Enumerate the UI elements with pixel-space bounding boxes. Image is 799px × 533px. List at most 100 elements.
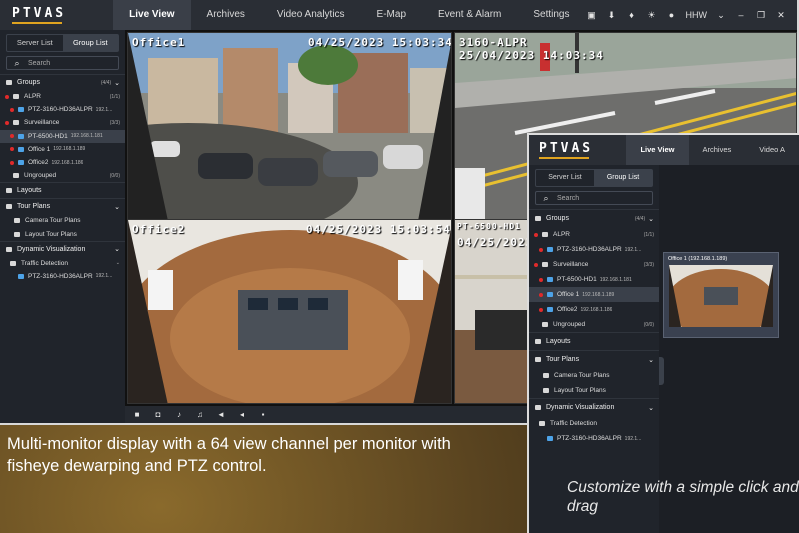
tour-plans-header[interactable]: Tour Plans ⌄ bbox=[529, 350, 659, 368]
drag-preview-card[interactable]: Office 1 (192.168.1.189) bbox=[663, 252, 779, 338]
nav-live-view[interactable]: Live View bbox=[626, 135, 689, 165]
window-controls: ▣ ⬇ ♦ ☀ ● HHW ⌄ – ❐ ✕ bbox=[586, 9, 798, 21]
search-input[interactable]: ⌕ Search bbox=[535, 191, 653, 205]
chevron-down-icon[interactable]: ⌄ bbox=[715, 9, 727, 21]
nav-video-analytics[interactable]: Video Analytics bbox=[261, 0, 361, 30]
dynamic-visualization-header[interactable]: Dynamic Visualization ⌄ bbox=[0, 240, 125, 257]
fullscreen-icon[interactable]: ▣ bbox=[586, 9, 598, 21]
user-icon[interactable]: ● bbox=[666, 9, 678, 21]
video-cell-office1[interactable]: Office1 04/25/2023 15:03:34 bbox=[127, 32, 452, 220]
tree-item[interactable]: Surveillance (3/3) bbox=[529, 257, 659, 272]
nav-archives[interactable]: Archives bbox=[689, 135, 746, 165]
tab-group-list[interactable]: Group List bbox=[594, 170, 652, 186]
camera-icon bbox=[18, 133, 24, 139]
tour-icon bbox=[543, 373, 549, 378]
tree-item[interactable]: Ungrouped (0/0) bbox=[0, 169, 125, 182]
nav-live-view[interactable]: Live View bbox=[113, 0, 191, 30]
nav-event-alarm[interactable]: Event & Alarm bbox=[422, 0, 517, 30]
chevron-down-icon: ⌄ bbox=[648, 404, 654, 412]
camera-icon bbox=[547, 247, 553, 252]
nav-video-analytics[interactable]: Video A bbox=[745, 135, 799, 165]
snapshot-icon[interactable]: ▪ bbox=[257, 409, 269, 421]
tree-item-count: (1/1) bbox=[643, 231, 654, 238]
tree-item-label: ALPR bbox=[24, 93, 41, 101]
tree-item-label: PTZ-3160-HD36ALPR bbox=[557, 246, 622, 253]
layouts-header[interactable]: Layouts bbox=[0, 182, 125, 198]
status-dot-icon bbox=[10, 147, 14, 152]
tree-item[interactable]: Office2 192.168.1.186 bbox=[529, 302, 659, 317]
cell-timestamp: 25/04/2023 14:03:34 bbox=[459, 49, 604, 62]
tree-item-traffic-detection[interactable]: Traffic Detection bbox=[529, 416, 659, 431]
tree-item[interactable]: Office2 192.168.1.186 bbox=[0, 156, 125, 169]
tree-item-label: Surveillance bbox=[24, 119, 60, 127]
minimize-icon[interactable]: – bbox=[735, 9, 747, 21]
grid-icon bbox=[6, 204, 12, 210]
search-input[interactable]: ⌕ Search bbox=[6, 56, 119, 70]
tree-item-label: Ungrouped bbox=[553, 321, 586, 328]
tree-item[interactable]: Office 1 192.168.1.189 bbox=[0, 143, 125, 156]
video-cell-office2[interactable]: Office2 04/25/2023 15:03:54 bbox=[127, 219, 452, 404]
groups-header[interactable]: Groups (4/4) ⌄ bbox=[529, 209, 659, 227]
camera-icon bbox=[18, 273, 24, 279]
traffic-icon bbox=[539, 421, 545, 426]
notification-icon[interactable]: ♦ bbox=[626, 9, 638, 21]
tree-item-layout-tour-plans[interactable]: Layout Tour Plans bbox=[529, 383, 659, 398]
download-icon[interactable]: ⬇ bbox=[606, 9, 618, 21]
sidebar-collapse-handle[interactable] bbox=[659, 357, 664, 385]
tree-item[interactable]: Surveillance (3/3) bbox=[0, 116, 125, 129]
tab-group-list[interactable]: Group List bbox=[62, 35, 118, 51]
volume-icon[interactable]: ◂ bbox=[236, 409, 248, 421]
tree-item-ip: 192.168.1.186 bbox=[51, 159, 84, 166]
status-dot-icon bbox=[5, 120, 9, 125]
status-dot-icon bbox=[10, 160, 14, 165]
tree-item-camera-tour-plans[interactable]: Camera Tour Plans bbox=[0, 214, 125, 227]
status-dot-icon bbox=[539, 292, 543, 297]
dynamic-visualization-header[interactable]: Dynamic Visualization ⌄ bbox=[529, 398, 659, 416]
tree-item[interactable]: PTZ-3160-HD36ALPR 192.1... bbox=[0, 103, 125, 116]
nav-settings[interactable]: Settings bbox=[517, 0, 585, 30]
overlay-nav: Live View Archives Video A bbox=[626, 135, 799, 165]
groups-header[interactable]: Groups (4/4) ⌄ bbox=[0, 74, 125, 90]
tree-item[interactable]: PT-6500-HD1 192.168.1.181 bbox=[529, 272, 659, 287]
tree-item-count: (0/0) bbox=[643, 321, 654, 328]
nav-archives[interactable]: Archives bbox=[191, 0, 261, 30]
chevron-down-icon: ⌄ bbox=[114, 246, 120, 254]
nav-e-map[interactable]: E-Map bbox=[361, 0, 422, 30]
cell-title: PT-6500-HD1 bbox=[457, 222, 521, 231]
speaker-icon[interactable]: ◄ bbox=[215, 409, 227, 421]
record-icon[interactable]: ■ bbox=[131, 409, 143, 421]
layouts-header[interactable]: Layouts bbox=[529, 332, 659, 350]
tree-item-camera-tour-plans[interactable]: Camera Tour Plans bbox=[529, 368, 659, 383]
microphone-icon[interactable]: ♪ bbox=[173, 409, 185, 421]
restore-icon[interactable]: ❐ bbox=[755, 9, 767, 21]
layouts-icon bbox=[535, 339, 541, 344]
tab-server-list[interactable]: Server List bbox=[536, 170, 594, 186]
folder-icon bbox=[542, 232, 548, 237]
tree-item-count: (3/3) bbox=[643, 261, 654, 268]
overlay-logo: PTVAS bbox=[529, 141, 626, 159]
tree-item-traffic-detection[interactable]: Traffic Detection ⌄ bbox=[0, 257, 125, 270]
tree-item[interactable]: PTZ-3160-HD36ALPR 192.1... bbox=[529, 242, 659, 257]
tab-server-list[interactable]: Server List bbox=[7, 35, 63, 51]
user-name[interactable]: HHW bbox=[686, 10, 708, 20]
tree-item[interactable]: Office 1 192.168.1.189 bbox=[529, 287, 659, 302]
tree-item-alpr-camera[interactable]: PTZ-3160-HD36ALPR 192.1... bbox=[529, 431, 659, 446]
tour-plans-header[interactable]: Tour Plans ⌄ bbox=[0, 198, 125, 214]
tree-item[interactable]: Ungrouped (0/0) bbox=[529, 317, 659, 332]
tree-item-layout-tour-plans[interactable]: Layout Tour Plans bbox=[0, 228, 125, 241]
mic-icon[interactable]: ♫ bbox=[194, 409, 206, 421]
close-icon[interactable]: ✕ bbox=[775, 9, 787, 21]
tree-item[interactable]: ALPR (1/1) bbox=[529, 227, 659, 242]
traffic-icon bbox=[10, 260, 16, 266]
tree-item[interactable]: PT-6500-HD1 192.168.1.181 bbox=[0, 129, 125, 143]
alarm-icon[interactable]: ☀ bbox=[646, 9, 658, 21]
camera-icon bbox=[18, 107, 24, 113]
folder-icon bbox=[6, 80, 12, 85]
tree-item[interactable]: ALPR (1/1) bbox=[0, 90, 125, 103]
tree-item-count: (1/1) bbox=[109, 93, 120, 100]
tree-item-alpr-camera[interactable]: PTZ-3160-HD36ALPR 192.1... bbox=[0, 270, 125, 283]
tour-icon bbox=[543, 388, 549, 393]
status-dot-icon bbox=[539, 307, 543, 312]
chevron-down-icon: ⌄ bbox=[115, 260, 120, 267]
camera-icon[interactable]: ◘ bbox=[152, 409, 164, 421]
